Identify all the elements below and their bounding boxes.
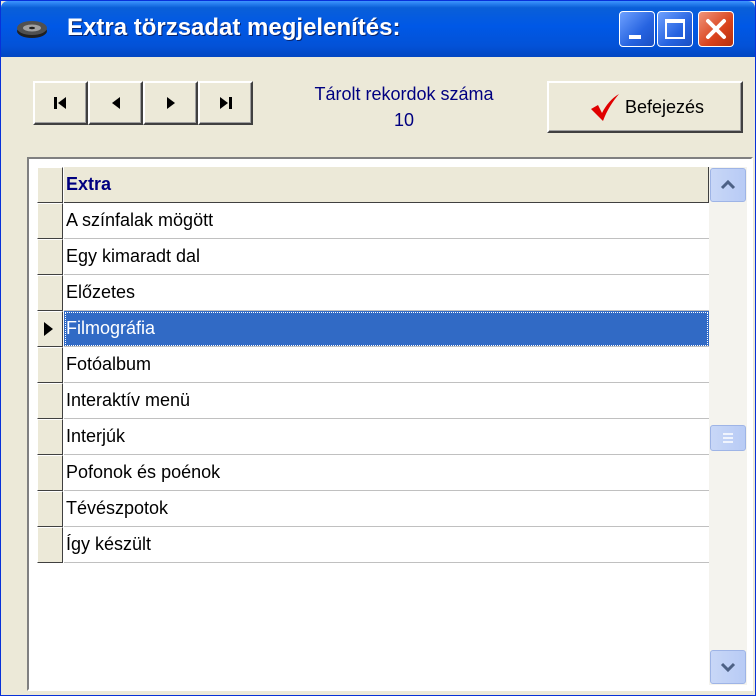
table-row[interactable]: Fotóalbum xyxy=(37,347,709,383)
column-header-extra[interactable]: Extra xyxy=(64,167,709,203)
vertical-scrollbar[interactable] xyxy=(709,167,747,685)
grip-icon xyxy=(723,433,733,443)
first-record-button[interactable] xyxy=(33,81,88,125)
row-selector[interactable] xyxy=(37,383,63,419)
row-selector[interactable] xyxy=(37,203,63,239)
next-record-button[interactable] xyxy=(143,81,198,125)
row-selector[interactable] xyxy=(37,455,63,491)
finish-button[interactable]: Befejezés xyxy=(547,81,743,133)
grid-header-row: Extra xyxy=(37,167,709,203)
record-navigator xyxy=(33,81,253,125)
table-cell[interactable]: Fotóalbum xyxy=(64,347,709,383)
scroll-up-button[interactable] xyxy=(710,168,746,202)
scroll-down-button[interactable] xyxy=(710,650,746,684)
row-selector[interactable] xyxy=(37,527,63,563)
chevron-up-icon xyxy=(720,179,736,190)
table-row[interactable]: Pofonok és poénok xyxy=(37,455,709,491)
close-icon xyxy=(706,19,726,39)
close-button[interactable] xyxy=(698,11,734,47)
grid-body: Extra A színfalak mögött Egy kimaradt da… xyxy=(37,167,709,687)
table-row[interactable]: Így készült xyxy=(37,527,709,563)
records-count-value: 10 xyxy=(393,110,415,130)
minimize-button[interactable] xyxy=(619,11,655,47)
maximize-icon xyxy=(665,19,685,39)
maximize-button[interactable] xyxy=(657,11,693,47)
last-record-button[interactable] xyxy=(198,81,253,125)
row-selector[interactable] xyxy=(37,491,63,527)
table-cell-selected[interactable]: Filmográfia xyxy=(64,311,709,347)
next-record-icon xyxy=(167,97,175,109)
table-row[interactable]: A színfalak mögött xyxy=(37,203,709,239)
checkmark-icon xyxy=(589,93,621,123)
previous-record-button[interactable] xyxy=(88,81,143,125)
previous-record-icon xyxy=(112,97,120,109)
last-record-icon xyxy=(220,97,232,109)
table-row[interactable]: Előzetes xyxy=(37,275,709,311)
table-cell[interactable]: Interaktív menü xyxy=(64,383,709,419)
table-row[interactable]: Interaktív menü xyxy=(37,383,709,419)
row-selector[interactable] xyxy=(37,275,63,311)
minimize-icon xyxy=(629,35,641,39)
table-cell[interactable]: Interjúk xyxy=(64,419,709,455)
chevron-down-icon xyxy=(720,662,736,673)
table-row[interactable]: Egy kimaradt dal xyxy=(37,239,709,275)
window-title: Extra törzsadat megjelenítés: xyxy=(67,14,401,41)
row-selector[interactable] xyxy=(37,239,63,275)
table-row[interactable]: Tévészpotok xyxy=(37,491,709,527)
table-cell[interactable]: A színfalak mögött xyxy=(64,203,709,239)
data-grid[interactable]: Extra A színfalak mögött Egy kimaradt da… xyxy=(27,157,753,691)
table-cell[interactable]: Pofonok és poénok xyxy=(64,455,709,491)
table-cell[interactable]: Előzetes xyxy=(64,275,709,311)
table-row[interactable]: Interjúk xyxy=(37,419,709,455)
table-cell[interactable]: Tévészpotok xyxy=(64,491,709,527)
row-selector[interactable] xyxy=(37,419,63,455)
finish-button-label: Befejezés xyxy=(625,97,705,117)
current-row-pointer-icon xyxy=(44,322,53,336)
title-bar[interactable]: Extra törzsadat megjelenítés: xyxy=(1,1,755,57)
disc-icon xyxy=(15,17,49,41)
records-count-label: Tárolt rekordok száma xyxy=(314,84,494,104)
table-cell[interactable]: Egy kimaradt dal xyxy=(64,239,709,275)
table-row-selected[interactable]: Filmográfia xyxy=(37,311,709,347)
table-cell[interactable]: Így készült xyxy=(64,527,709,563)
header-row-selector[interactable] xyxy=(37,167,63,203)
row-selector[interactable] xyxy=(37,311,63,347)
row-selector[interactable] xyxy=(37,347,63,383)
scrollbar-thumb[interactable] xyxy=(710,425,746,451)
first-record-icon xyxy=(54,97,66,109)
main-window: Extra törzsadat megjelenítés: Tárolt rek… xyxy=(0,0,756,696)
